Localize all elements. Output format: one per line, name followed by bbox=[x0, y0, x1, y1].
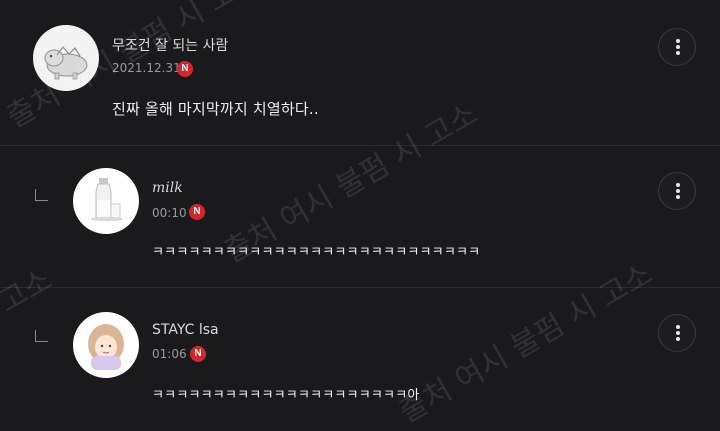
avatar[interactable] bbox=[73, 168, 139, 234]
girl-avatar-icon bbox=[88, 324, 124, 370]
comment-item: 무조건 잘 되는 사람 2021.12.31 N 진짜 올해 마지막까지 치열하… bbox=[0, 0, 720, 145]
comment-nickname[interactable]: 무조건 잘 되는 사람 bbox=[112, 35, 228, 55]
new-badge: N bbox=[189, 204, 205, 220]
more-dot-icon bbox=[676, 331, 680, 335]
more-dot-icon bbox=[676, 337, 680, 341]
new-badge: N bbox=[190, 346, 206, 362]
more-options-button[interactable] bbox=[658, 314, 696, 352]
more-dot-icon bbox=[676, 183, 680, 187]
reply-arrow-icon bbox=[35, 189, 48, 201]
comment-text: 진짜 올해 마지막까지 치열하다.. bbox=[112, 100, 319, 118]
more-dot-icon bbox=[676, 189, 680, 193]
more-dot-icon bbox=[676, 51, 680, 55]
more-dot-icon bbox=[676, 45, 680, 49]
avatar[interactable] bbox=[33, 25, 99, 91]
reply-arrow-icon bbox=[35, 330, 48, 342]
more-options-button[interactable] bbox=[658, 28, 696, 66]
comment-text: ㅋㅋㅋㅋㅋㅋㅋㅋㅋㅋㅋㅋㅋㅋㅋㅋㅋㅋㅋㅋㅋ아 bbox=[152, 388, 420, 403]
comment-timestamp: 2021.12.31 bbox=[112, 61, 181, 75]
new-badge: N bbox=[177, 61, 193, 77]
more-dot-icon bbox=[676, 39, 680, 43]
more-dot-icon bbox=[676, 195, 680, 199]
more-dot-icon bbox=[676, 325, 680, 329]
comment-timestamp: 00:10 bbox=[152, 206, 187, 220]
comment-text: ㅋㅋㅋㅋㅋㅋㅋㅋㅋㅋㅋㅋㅋㅋㅋㅋㅋㅋㅋㅋㅋㅋㅋㅋㅋㅋㅋ bbox=[152, 245, 481, 260]
dinosaur-avatar-icon bbox=[44, 46, 88, 80]
milk-bottle-avatar-icon bbox=[91, 178, 123, 222]
reply-item: milk 00:10 N ㅋㅋㅋㅋㅋㅋㅋㅋㅋㅋㅋㅋㅋㅋㅋㅋㅋㅋㅋㅋㅋㅋㅋㅋㅋㅋㅋ bbox=[0, 146, 720, 286]
reply-item: STAYC lsa 01:06 N ㅋㅋㅋㅋㅋㅋㅋㅋㅋㅋㅋㅋㅋㅋㅋㅋㅋㅋㅋㅋㅋ아 bbox=[0, 288, 720, 428]
comment-timestamp: 01:06 bbox=[152, 347, 187, 361]
comment-nickname[interactable]: milk bbox=[152, 180, 183, 196]
comment-nickname[interactable]: STAYC lsa bbox=[152, 322, 219, 338]
more-options-button[interactable] bbox=[658, 172, 696, 210]
avatar[interactable] bbox=[73, 312, 139, 378]
